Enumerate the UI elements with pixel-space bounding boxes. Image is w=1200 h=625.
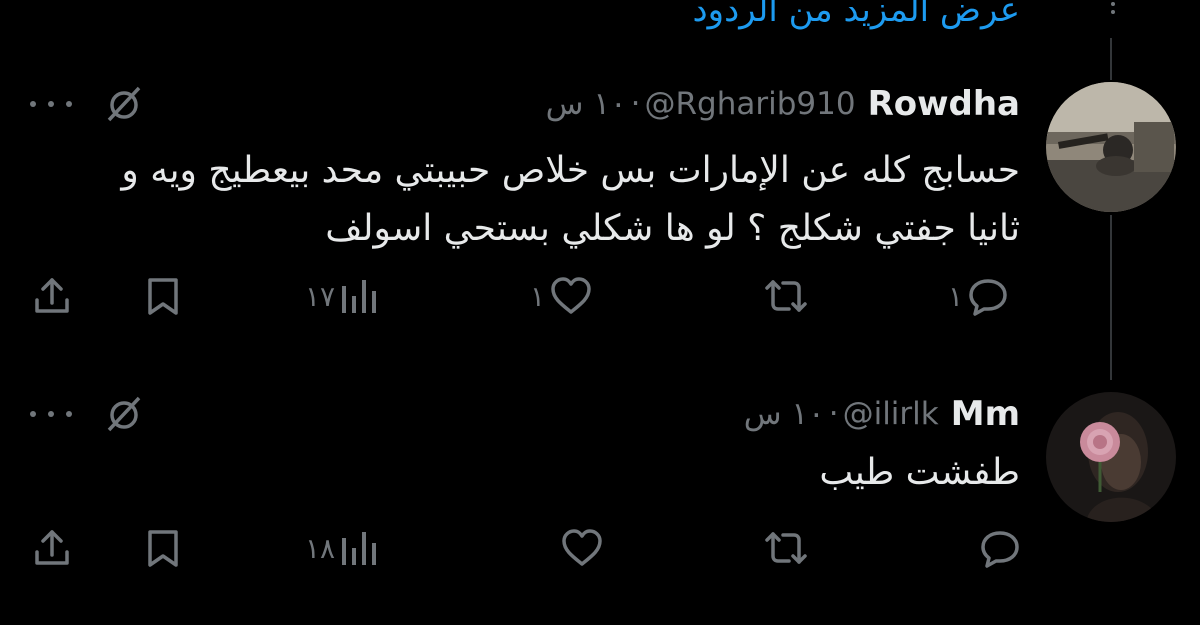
separator-dot: · [828, 396, 839, 432]
grok-icon[interactable] [104, 84, 144, 124]
avatar[interactable] [1046, 82, 1176, 212]
views-button[interactable]: ١٧ [305, 274, 379, 318]
thread-connector-dots [1108, 2, 1118, 16]
bookmark-icon [148, 530, 178, 567]
grok-icon[interactable] [104, 394, 144, 434]
tweet-text: طفشت طيب [819, 452, 1020, 493]
views-icon [342, 280, 377, 313]
like-icon [551, 277, 591, 314]
share-button[interactable] [32, 526, 72, 570]
bookmark-button[interactable] [143, 526, 183, 570]
views-count: ١٨ [305, 531, 336, 565]
timestamp[interactable]: ١٠ س [744, 396, 825, 432]
tweet-header: ١٠ س · @Rgharib910 Rowdha [546, 82, 1020, 126]
avatar-image [1046, 392, 1176, 522]
share-icon [35, 530, 69, 565]
like-button[interactable]: ١ [530, 274, 593, 318]
thread-line [1110, 38, 1112, 80]
reply-count: ١ [948, 279, 964, 313]
like-button[interactable] [556, 526, 604, 570]
views-icon [342, 532, 377, 565]
user-handle[interactable]: @Rgharib910 [644, 86, 855, 122]
views-button[interactable]: ١٨ [305, 526, 379, 570]
repost-icon [765, 532, 807, 564]
user-handle[interactable]: @ilirlk [843, 396, 939, 432]
like-icon [562, 529, 602, 566]
bookmark-icon [148, 278, 178, 315]
reply-button[interactable] [975, 526, 1021, 570]
tweet-actions: ١ ١ ١٧ [0, 274, 1200, 318]
reply-button[interactable]: ١ [948, 274, 1009, 318]
repost-button[interactable] [763, 526, 813, 570]
repost-icon [765, 280, 807, 312]
like-count: ١ [530, 279, 546, 313]
views-count: ١٧ [305, 279, 336, 313]
more-icon[interactable] [30, 84, 72, 124]
display-name[interactable]: Mm [951, 394, 1020, 434]
separator-dot: · [630, 86, 641, 122]
avatar[interactable] [1046, 392, 1176, 522]
tweet-header: ١٠ س · @ilirlk Mm [744, 392, 1020, 436]
reply-icon [969, 279, 1007, 316]
more-icon[interactable] [30, 394, 72, 434]
show-more-replies-link[interactable]: عرض المزيد من الردود [693, 0, 1020, 30]
reply-icon [981, 531, 1019, 568]
avatar-image [1046, 82, 1176, 212]
timestamp[interactable]: ١٠ س [546, 86, 627, 122]
share-button[interactable] [32, 274, 72, 318]
repost-button[interactable] [763, 274, 813, 318]
display-name[interactable]: Rowdha [868, 84, 1020, 124]
tweet-actions: ١٨ [0, 526, 1200, 570]
share-icon [35, 278, 69, 313]
bookmark-button[interactable] [143, 274, 183, 318]
tweet-text: حسابج كله عن الإمارات بس خلاص حبيبتي محد… [121, 150, 1020, 249]
